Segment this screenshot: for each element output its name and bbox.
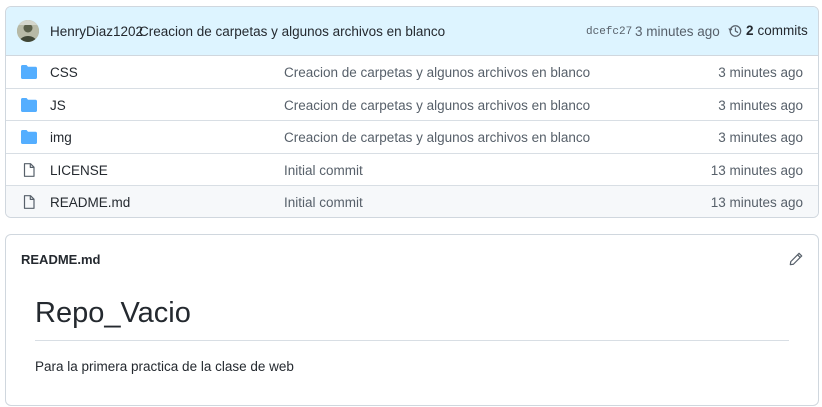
file-icon <box>23 162 35 177</box>
file-row[interactable]: LICENSE Initial commit 13 minutes ago <box>6 154 818 187</box>
file-commit-message-link[interactable]: Creacion de carpetas y algunos archivos … <box>284 98 590 113</box>
file-row[interactable]: CSS Creacion de carpetas y algunos archi… <box>6 56 818 89</box>
file-row[interactable]: README.md Initial commit 13 minutes ago <box>6 186 818 217</box>
file-name-link[interactable]: CSS <box>50 65 78 80</box>
folder-icon <box>21 65 37 79</box>
readme-heading: Repo_Vacio <box>35 297 191 329</box>
file-list: HenryDiaz1202 Creacion de carpetas y alg… <box>5 6 819 218</box>
readme-filename-link[interactable]: README.md <box>21 252 100 267</box>
file-commit-time: 13 minutes ago <box>710 162 803 178</box>
file-commit-message-link[interactable]: Initial commit <box>284 163 363 178</box>
file-name-link[interactable]: JS <box>50 98 66 113</box>
commit-message-link[interactable]: Creacion de carpetas y algunos archivos … <box>139 24 445 39</box>
file-name-link[interactable]: README.md <box>50 195 130 210</box>
commits-history-link[interactable]: 2 commits <box>728 23 808 38</box>
file-name-link[interactable]: img <box>50 130 72 145</box>
file-row[interactable]: img Creacion de carpetas y algunos archi… <box>6 121 818 154</box>
file-commit-time: 3 minutes ago <box>718 65 803 80</box>
file-commit-message-link[interactable]: Initial commit <box>284 195 363 210</box>
folder-icon <box>21 130 37 145</box>
file-commit-time: 13 minutes ago <box>710 195 803 211</box>
history-icon <box>728 24 742 37</box>
commit-count: 2 <box>746 23 754 38</box>
commits-label: commits <box>757 23 808 38</box>
readme-divider <box>35 340 789 341</box>
pencil-icon[interactable] <box>789 252 803 266</box>
commit-hash-link[interactable]: dcefc27 <box>586 26 632 38</box>
latest-commit-bar: HenryDiaz1202 Creacion de carpetas y alg… <box>6 7 818 56</box>
file-name-link[interactable]: LICENSE <box>50 163 108 178</box>
commit-author-link[interactable]: HenryDiaz1202 <box>50 24 143 39</box>
file-commit-time: 3 minutes ago <box>718 130 803 146</box>
file-row[interactable]: JS Creacion de carpetas y algunos archiv… <box>6 89 818 122</box>
readme-paragraph: Para la primera practica de la clase de … <box>35 359 294 374</box>
commit-time: 3 minutes ago <box>635 24 720 39</box>
file-commit-time: 3 minutes ago <box>718 97 803 113</box>
avatar[interactable] <box>17 20 39 42</box>
folder-icon <box>21 97 37 112</box>
readme-panel: README.md Repo_Vacio Para la primera pra… <box>5 234 819 406</box>
file-commit-message-link[interactable]: Creacion de carpetas y algunos archivos … <box>284 130 590 145</box>
file-icon <box>23 195 35 210</box>
file-commit-message-link[interactable]: Creacion de carpetas y algunos archivos … <box>284 65 590 80</box>
